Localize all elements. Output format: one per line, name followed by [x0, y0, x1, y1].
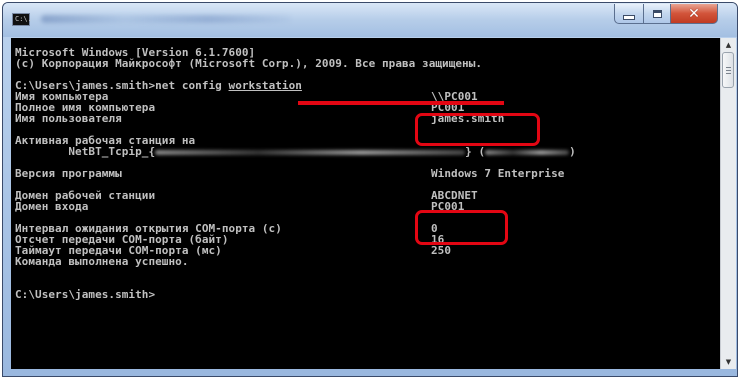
blurred-guid	[155, 149, 466, 155]
logon-domain-label: Домен входа	[15, 200, 89, 213]
grip-line	[726, 70, 731, 71]
grip-line	[726, 73, 731, 74]
netbt-end: )	[569, 145, 576, 158]
command-prompt-window: C:\. ✕ Microsoft Windows [Version 6.1.76…	[2, 2, 738, 377]
cmd-icon: C:\.	[12, 13, 32, 26]
grip-line	[726, 67, 731, 68]
vertical-scrollbar[interactable]: ▲ ▼	[720, 38, 736, 369]
netbt-prefix: NetBT_Tcpip_{	[15, 145, 156, 158]
minimize-icon	[623, 14, 635, 20]
success-line: Команда выполнена успешно.	[15, 255, 189, 268]
console-output[interactable]: Microsoft Windows [Version 6.1.7600] (c)…	[11, 38, 720, 369]
version-row: Версия программы Windows 7 Enterprise	[15, 167, 564, 180]
red-highlight-username	[415, 113, 540, 146]
netbt-row: NetBT_Tcpip_{ } ()	[15, 146, 576, 157]
red-highlight-domain	[415, 210, 508, 245]
version-label: Версия программы	[15, 167, 122, 180]
username-label: Имя пользователя	[15, 112, 122, 125]
minimize-button[interactable]	[614, 4, 644, 24]
title-bar[interactable]: C:\. ✕	[3, 3, 737, 37]
username-row: Имя пользователя james.smith	[15, 112, 504, 125]
scroll-up-icon[interactable]: ▲	[721, 41, 736, 49]
close-button[interactable]: ✕	[670, 4, 718, 24]
header-copyright-line: (c) Корпорация Майкрософт (Microsoft Cor…	[15, 57, 483, 70]
version-value: Windows 7 Enterprise	[431, 167, 565, 180]
close-icon: ✕	[688, 5, 700, 22]
command-keyword: workstation	[228, 79, 302, 92]
final-prompt: C:\Users\james.smith>	[15, 288, 156, 301]
red-underline-marker	[298, 101, 504, 105]
logon-domain-row: Домен входа PC001	[15, 200, 464, 213]
blurred-mac-address	[485, 149, 570, 155]
maximize-button[interactable]	[643, 4, 671, 24]
scroll-thumb[interactable]	[722, 52, 734, 88]
blurred-window-title	[41, 15, 291, 23]
maximize-icon	[652, 9, 662, 18]
scroll-down-icon[interactable]: ▼	[721, 358, 736, 366]
netbt-mid: } (	[465, 145, 486, 158]
com-ms-value: 250	[431, 244, 452, 257]
